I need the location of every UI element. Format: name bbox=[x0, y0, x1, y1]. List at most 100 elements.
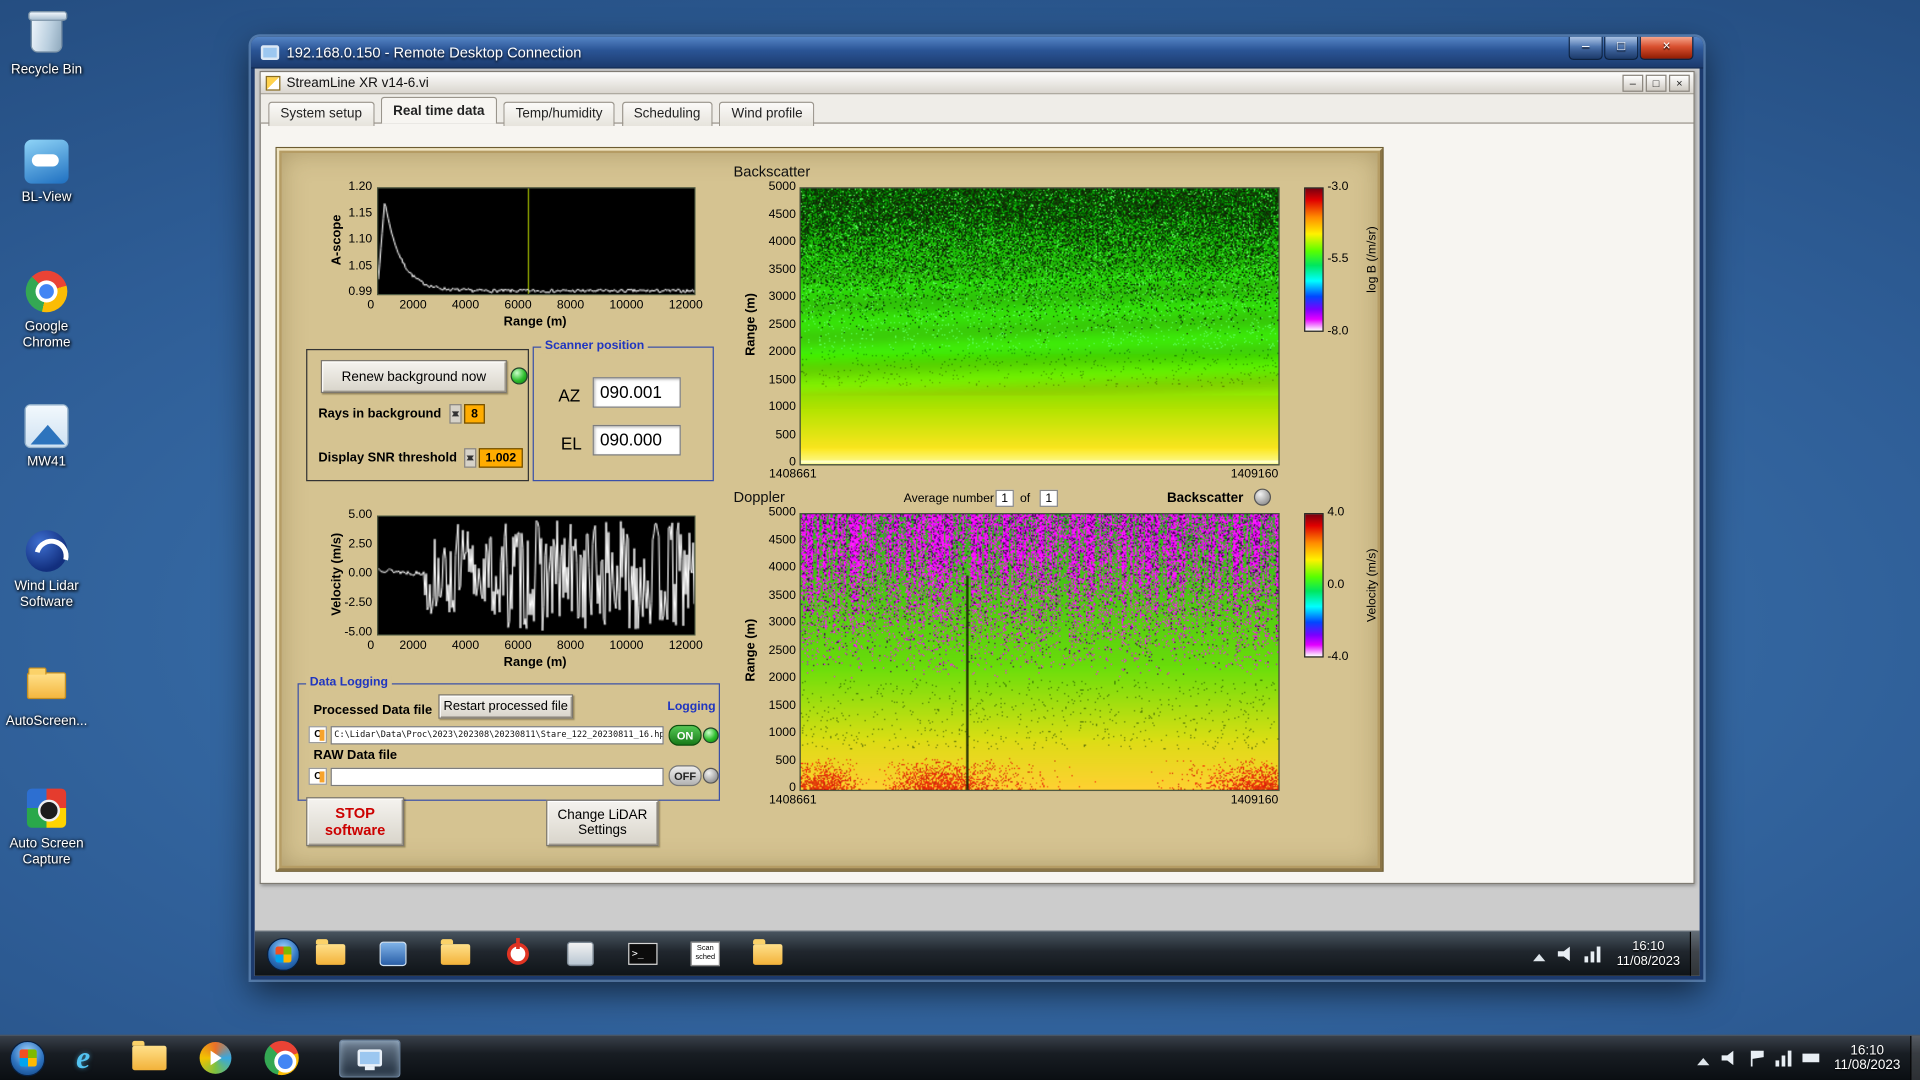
desktop-icon-label: Google Chrome bbox=[22, 319, 71, 351]
remote-taskbar-icon-explorer[interactable] bbox=[312, 936, 349, 973]
host-clock-time: 16:10 bbox=[1850, 1043, 1885, 1058]
rdp-window-title: 192.168.0.150 - Remote Desktop Connectio… bbox=[286, 43, 582, 61]
desktop-icon-google-chrome[interactable]: Google Chrome bbox=[0, 267, 93, 351]
snr-threshold-value[interactable]: 1.002 bbox=[478, 448, 523, 468]
az-value[interactable]: 090.001 bbox=[592, 377, 681, 408]
host-battery-icon[interactable] bbox=[1802, 1053, 1820, 1063]
app-close-button[interactable]: × bbox=[1668, 74, 1690, 92]
rdp-close-button[interactable]: × bbox=[1639, 36, 1694, 60]
tab-temp-humidity[interactable]: Temp/humidity bbox=[503, 101, 615, 127]
remote-taskbar-icon-cmd[interactable]: >_ bbox=[624, 936, 661, 973]
host-clock-date: 11/08/2023 bbox=[1833, 1057, 1901, 1073]
stop-software-button[interactable]: STOP software bbox=[306, 797, 405, 847]
remote-hidden-icons-arrow[interactable] bbox=[1533, 947, 1546, 961]
host-taskbar-icon-chrome[interactable] bbox=[261, 1040, 303, 1077]
host-taskbar-rdp-window-button[interactable] bbox=[339, 1038, 401, 1077]
processed-logging-toggle[interactable]: ON bbox=[668, 724, 702, 746]
app-maximize-button[interactable]: □ bbox=[1645, 74, 1667, 92]
tab-wind-profile[interactable]: Wind profile bbox=[719, 101, 815, 127]
folder-icon bbox=[22, 661, 71, 710]
remote-start-button[interactable] bbox=[266, 937, 300, 971]
desktop-icon-label: Recycle Bin bbox=[10, 62, 83, 78]
rays-spinner[interactable] bbox=[449, 404, 462, 424]
tab-system-setup[interactable]: System setup bbox=[268, 101, 375, 127]
host-volume-icon[interactable] bbox=[1721, 1050, 1734, 1066]
tab-scheduling[interactable]: Scheduling bbox=[621, 101, 713, 127]
remote-show-desktop-button[interactable] bbox=[1689, 931, 1700, 976]
remote-taskbar: >_ Scan sched 16:10 11/08/2023 bbox=[254, 930, 1700, 976]
rays-value[interactable]: 8 bbox=[464, 404, 485, 424]
host-taskbar-icon-media-player[interactable] bbox=[195, 1040, 237, 1077]
average-number-value[interactable]: 1 bbox=[995, 489, 1014, 507]
remote-volume-icon[interactable] bbox=[1557, 946, 1570, 962]
host-taskbar-icon-ie[interactable]: e bbox=[62, 1040, 104, 1077]
folder-icon bbox=[753, 938, 783, 965]
remote-taskbar-icon-folder2[interactable] bbox=[749, 936, 786, 973]
tick-label: 6000 bbox=[504, 298, 532, 313]
velocity-y-ticks: 5.00 2.50 0.00 -2.50 -5.00 bbox=[331, 509, 372, 639]
host-show-desktop-button[interactable] bbox=[1910, 1035, 1920, 1080]
tick-label: 1.20 bbox=[348, 180, 373, 194]
ascope-plot bbox=[377, 187, 696, 296]
host-start-button[interactable] bbox=[9, 1040, 46, 1076]
host-action-center-icon[interactable] bbox=[1750, 1049, 1764, 1067]
change-lidar-settings-button[interactable]: Change LiDAR Settings bbox=[546, 799, 659, 847]
tick-label: 1.15 bbox=[348, 206, 373, 220]
doppler-title: Doppler bbox=[733, 488, 785, 506]
folder-icon bbox=[132, 1040, 167, 1071]
tab-real-time-data[interactable]: Real time data bbox=[380, 96, 497, 124]
tick-label: 1.05 bbox=[348, 258, 373, 273]
el-value[interactable]: 090.000 bbox=[592, 424, 681, 456]
remote-taskbar-icon-power[interactable] bbox=[500, 936, 537, 973]
host-hidden-icons-arrow[interactable] bbox=[1696, 1051, 1710, 1065]
rdp-minimize-button[interactable]: – bbox=[1568, 36, 1603, 60]
renew-background-button[interactable]: Renew background now bbox=[320, 360, 507, 394]
tick-label: 2000 bbox=[768, 671, 796, 685]
processed-data-file-label: Processed Data file bbox=[313, 702, 433, 718]
backscatter-colorbar bbox=[1304, 187, 1324, 332]
processed-path-field[interactable]: C:\Lidar\Data\Proc\2023\202308\20230811\… bbox=[330, 726, 664, 745]
tick-label: 6000 bbox=[504, 639, 532, 653]
remote-taskbar-icon-folder[interactable] bbox=[437, 936, 474, 973]
tick-label: 0 bbox=[367, 639, 375, 653]
tick-label: -8.0 bbox=[1327, 324, 1349, 338]
doppler-colorbar bbox=[1304, 513, 1324, 658]
doppler-backscatter-switch[interactable] bbox=[1253, 488, 1272, 506]
tick-label: 5000 bbox=[768, 180, 796, 194]
remote-network-icon[interactable] bbox=[1584, 945, 1602, 963]
desktop-icon-recycle-bin[interactable]: Recycle Bin bbox=[0, 10, 93, 79]
doppler-colorbar-ticks: 4.0 0.0 -4.0 bbox=[1327, 506, 1359, 664]
host-clock[interactable]: 16:10 11/08/2023 bbox=[1824, 1043, 1910, 1072]
remote-clock[interactable]: 16:10 11/08/2023 bbox=[1607, 939, 1690, 968]
app-minimize-button[interactable]: – bbox=[1622, 74, 1644, 92]
remote-taskbar-icon-tool[interactable] bbox=[562, 936, 599, 973]
restart-processed-file-button[interactable]: Restart processed file bbox=[438, 694, 574, 719]
average-total-value[interactable]: 1 bbox=[1039, 489, 1058, 507]
console-icon: >_ bbox=[628, 942, 658, 965]
desktop-icon-wind-lidar[interactable]: Wind Lidar Software bbox=[0, 527, 93, 611]
raw-path-field[interactable] bbox=[330, 767, 664, 787]
folder-icon bbox=[315, 938, 346, 965]
desktop-icon-bl-view[interactable]: BL-View bbox=[0, 137, 93, 206]
rdp-titlebar[interactable]: 192.168.0.150 - Remote Desktop Connectio… bbox=[251, 36, 1704, 69]
rdp-maximize-button[interactable]: □ bbox=[1604, 36, 1639, 60]
wind-lidar-icon bbox=[22, 527, 71, 576]
desktop-icon-autoscreen-folder[interactable]: AutoScreen... bbox=[0, 661, 93, 730]
tick-label: 2500 bbox=[768, 643, 796, 657]
app-titlebar[interactable]: StreamLine XR v14-6.vi – □ × bbox=[260, 72, 1694, 95]
processed-drive-chip: C bbox=[308, 726, 327, 744]
renew-background-led bbox=[510, 367, 528, 385]
host-network-icon[interactable] bbox=[1775, 1049, 1792, 1067]
snr-spinner[interactable] bbox=[464, 448, 477, 468]
app-icon bbox=[379, 941, 407, 967]
desktop-icon-auto-screen-capture[interactable]: Auto Screen Capture bbox=[0, 784, 93, 868]
average-number-label: Average number bbox=[903, 492, 994, 506]
host-taskbar-icon-explorer[interactable] bbox=[129, 1040, 171, 1077]
raw-logging-toggle[interactable]: OFF bbox=[668, 765, 702, 787]
tick-label: -5.5 bbox=[1327, 252, 1349, 266]
desktop: Recycle Bin BL-View Google Chrome MW41 W… bbox=[0, 0, 1920, 1080]
remote-taskbar-icon-app[interactable] bbox=[375, 936, 412, 973]
raw-drive-chip: C bbox=[308, 767, 327, 785]
remote-taskbar-icon-scan-sched[interactable]: Scan sched bbox=[687, 936, 724, 973]
desktop-icon-mw41[interactable]: MW41 bbox=[0, 402, 93, 471]
